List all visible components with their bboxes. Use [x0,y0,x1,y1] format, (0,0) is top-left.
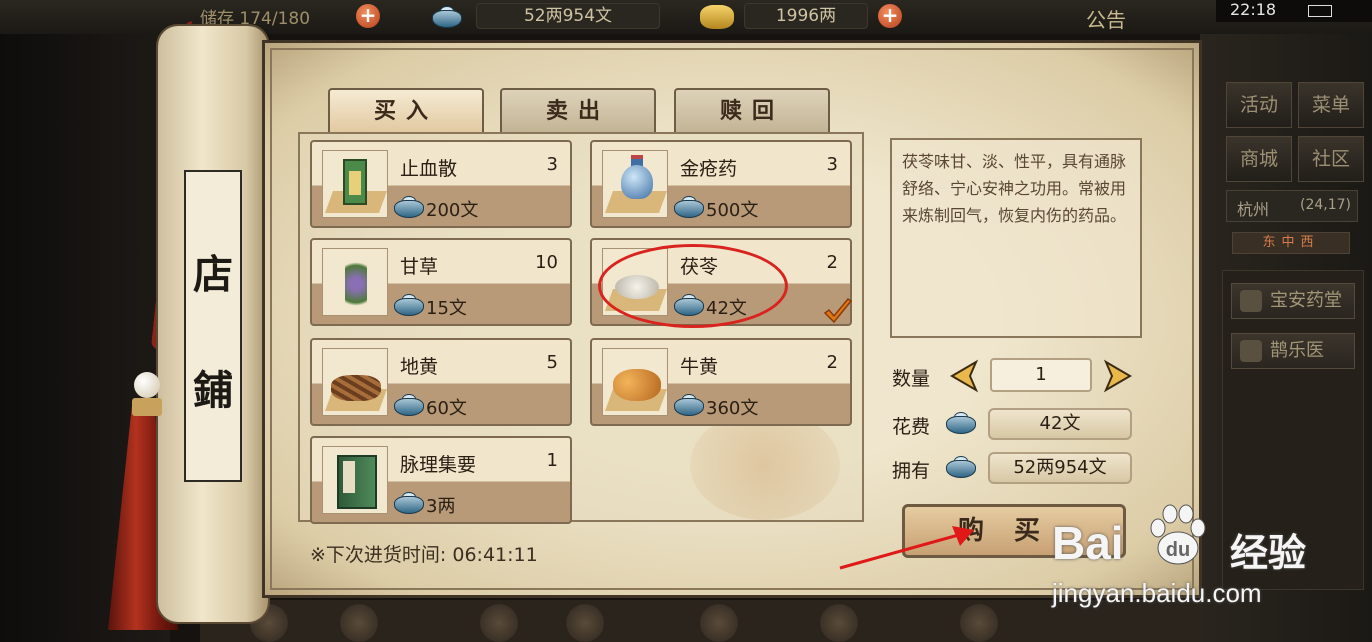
compass-bar: 东中西 [1232,232,1350,254]
checkmark-icon [823,297,853,324]
silver-ingot-icon [946,456,978,482]
title-char-1: 店 [193,251,233,298]
item-description: 茯苓味甘、淡、性平，具有通脉舒络、宁心安神之功用。常被用来炼制回气，恢复内伤的药… [890,138,1142,338]
goods-item[interactable]: 甘草 10 15文 [310,238,572,326]
martial-menu-icon[interactable] [480,604,518,642]
journal-menu-icon[interactable] [820,604,858,642]
silver-ingot-icon [394,394,424,418]
bead-cap [132,398,162,416]
gold-ingot-icon [700,5,734,29]
quantity-input[interactable]: 1 [990,358,1092,392]
silver-ingot-icon [394,196,424,220]
selection-highlight-circle [598,244,788,328]
item-name: 止血散 [400,158,458,180]
jade-bead [134,372,160,398]
blue-vase-icon [602,150,668,218]
owned-label: 拥有 [892,460,931,482]
item-price: 3两 [426,496,456,517]
title-char-2: 鋪 [193,367,233,414]
silver-ingot-icon [946,412,978,438]
gold-balance: 1996两 [744,3,868,29]
bag-menu-icon[interactable] [340,604,378,642]
root-icon [322,348,388,416]
annotation-arrow-icon [839,526,974,570]
coin-watermark [690,410,840,520]
watermark-brand: Bai [1052,517,1124,569]
item-name: 地黄 [400,356,439,378]
npc-label: 宝安药堂 [1270,290,1342,311]
community-button[interactable]: 社区 [1298,136,1364,182]
item-qty: 1 [546,450,558,471]
npc-label: 鹊乐医 [1270,340,1324,361]
silver-ingot-icon [674,394,704,418]
item-price: 200文 [426,200,479,221]
item-price: 500文 [706,200,759,221]
battery-icon [1308,5,1332,17]
npc-item[interactable]: 鹊乐医 [1231,333,1355,369]
herb-icon [322,248,388,316]
goods-item[interactable]: 牛黄 2 360文 [590,338,852,426]
formation-menu-icon[interactable] [566,604,604,642]
silver-ingot-icon [394,492,424,516]
location-city: 杭州 [1237,200,1270,219]
add-gold-button[interactable]: + [878,4,902,28]
mall-button[interactable]: 商城 [1226,136,1292,182]
item-qty: 3 [546,154,558,175]
item-name: 甘草 [400,256,439,278]
book-icon [322,446,388,514]
decrease-qty-button[interactable] [946,358,982,394]
item-qty: 3 [826,154,838,175]
qty-label: 数量 [892,368,931,390]
item-qty: 5 [546,352,558,373]
cost-label: 花费 [892,416,931,438]
clock: 22:18 [1230,0,1277,19]
announcement-button[interactable]: 公告 [1086,4,1126,33]
system-status: 22:18 [1216,0,1372,22]
nugget-icon [602,348,668,416]
silver-ingot-icon [432,6,466,28]
goods-item[interactable]: 地黄 5 60文 [310,338,572,426]
increase-qty-button[interactable] [1100,358,1136,394]
skill-menu-icon[interactable] [700,604,738,642]
owned-value: 52两954文 [988,452,1132,484]
silver-balance: 52两954文 [476,3,660,29]
location-display[interactable]: 杭州 (24,17) [1226,190,1358,222]
item-qty: 2 [826,252,838,273]
baidu-paw-icon: du [1150,504,1206,565]
map-menu-icon[interactable] [960,604,998,642]
item-price: 15文 [426,298,467,319]
item-name: 金疮药 [680,158,738,180]
watermark-url: jingyan.baidu.com [1052,578,1262,608]
menu-button[interactable]: 菜单 [1298,82,1364,128]
person-icon [1240,340,1262,362]
item-qty: 10 [535,252,558,273]
npc-item[interactable]: 宝安药堂 [1231,283,1355,319]
item-price: 360文 [706,398,759,419]
tab-sell[interactable]: 卖出 [500,88,656,134]
location-coords: (24,17) [1299,197,1351,213]
medicine-bottle-icon [322,150,388,218]
item-name: 牛黄 [680,356,719,378]
tab-redeem[interactable]: 赎回 [674,88,830,134]
goods-item[interactable]: 脉理集要 1 3两 [310,436,572,524]
activity-button[interactable]: 活动 [1226,82,1292,128]
item-price: 60文 [426,398,467,419]
svg-text:du: du [1166,539,1190,561]
cost-value: 42文 [988,408,1132,440]
restock-timer: ※下次进货时间: 06:41:11 [310,544,538,566]
silver-ingot-icon [674,196,704,220]
house-icon [1240,290,1262,312]
goods-item[interactable]: 金疮药 3 500文 [590,140,852,228]
goods-item[interactable]: 止血散 3 200文 [310,140,572,228]
item-qty: 2 [826,352,838,373]
item-name: 脉理集要 [400,454,477,476]
watermark-suffix: 经验 [1230,531,1307,575]
tab-buy[interactable]: 买入 [328,88,484,134]
add-storage-button[interactable]: + [356,4,380,28]
silver-ingot-icon [394,294,424,318]
shop-title-banner: 店 鋪 [184,170,242,482]
